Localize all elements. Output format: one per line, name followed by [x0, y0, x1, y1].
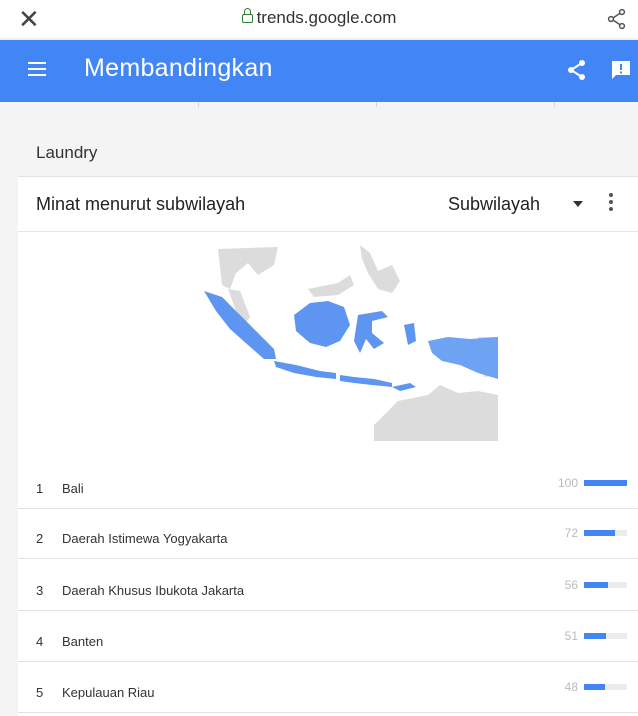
map-region-kalimantan — [294, 301, 350, 347]
interest-bar-fill — [584, 530, 615, 536]
map-region-nusa-tenggara — [340, 375, 392, 387]
interest-value: 56 — [564, 578, 578, 592]
interest-bar-fill — [584, 480, 627, 486]
card-title: Minat menurut subwilayah — [36, 194, 246, 214]
interest-bar — [584, 582, 627, 588]
interest-value: 48 — [564, 680, 578, 694]
map-land-borneo-north — [308, 275, 354, 297]
browser-toolbar: ✕ trends.google.com — [0, 0, 638, 38]
interest-bar-fill — [584, 582, 609, 588]
interest-bar — [584, 480, 627, 486]
dropdown-icon[interactable] — [573, 201, 583, 207]
tab-divider — [198, 102, 199, 107]
map-region-maluku — [404, 323, 416, 345]
page-title: Membandingkan — [84, 54, 273, 82]
more-vert-icon[interactable] — [609, 193, 613, 213]
app-bar: Membandingkan — [0, 40, 638, 102]
map-land-australia — [374, 385, 498, 441]
list-item[interactable]: 4 Banten 51 — [18, 611, 638, 662]
tab-divider — [376, 102, 377, 107]
share-icon[interactable] — [606, 8, 628, 30]
subregion-name: Kepulauan Riau — [62, 685, 155, 700]
menu-icon[interactable] — [28, 62, 46, 76]
interest-value: 51 — [564, 629, 578, 643]
map-land-philippines — [360, 245, 400, 293]
interest-bar-fill — [584, 684, 605, 690]
feedback-icon[interactable] — [610, 59, 632, 81]
region-level-select[interactable]: Subwilayah — [448, 194, 540, 215]
rank-number: 5 — [36, 685, 44, 700]
url-text: trends.google.com — [256, 8, 397, 27]
subregion-interest-card: Minat menurut subwilayah Subwilayah 1 Bal… — [18, 176, 638, 716]
map-region-sulawesi — [354, 311, 388, 353]
url-bar[interactable]: trends.google.com — [0, 8, 638, 28]
map-region-papua — [428, 337, 498, 379]
list-item[interactable]: 1 Bali 100 — [18, 458, 638, 509]
indonesia-map[interactable] — [178, 245, 498, 441]
interest-bar-fill — [584, 633, 606, 639]
rank-number: 3 — [36, 583, 44, 598]
rank-number: 4 — [36, 634, 44, 649]
lock-icon — [241, 8, 253, 23]
map-region-timor — [392, 383, 416, 391]
interest-value: 72 — [564, 526, 578, 540]
list-item[interactable]: 5 Kepulauan Riau 48 — [18, 662, 638, 713]
share-icon[interactable] — [566, 59, 588, 81]
subregion-name: Daerah Khusus Ibukota Jakarta — [62, 583, 245, 598]
interest-bar — [584, 530, 627, 536]
subregion-name: Banten — [62, 634, 104, 649]
subregion-name: Bali — [62, 481, 84, 496]
search-term-title: Laundry — [36, 143, 98, 162]
subregion-name: Daerah Istimewa Yogyakarta — [62, 531, 228, 546]
rank-number: 1 — [36, 481, 44, 496]
interest-value: 100 — [557, 476, 578, 490]
list-item[interactable]: 3 Daerah Khusus Ibukota Jakarta 56 — [18, 560, 638, 611]
map-land-mainland — [218, 247, 278, 289]
tab-divider — [554, 102, 555, 107]
list-item[interactable]: 2 Daerah Istimewa Yogyakarta 72 — [18, 508, 638, 559]
map-region-java — [274, 361, 336, 379]
interest-bar — [584, 684, 627, 690]
rank-number: 2 — [36, 531, 44, 546]
interest-bar — [584, 633, 627, 639]
card-header: Minat menurut subwilayah Subwilayah — [18, 177, 638, 232]
tabs-strip — [0, 102, 638, 107]
